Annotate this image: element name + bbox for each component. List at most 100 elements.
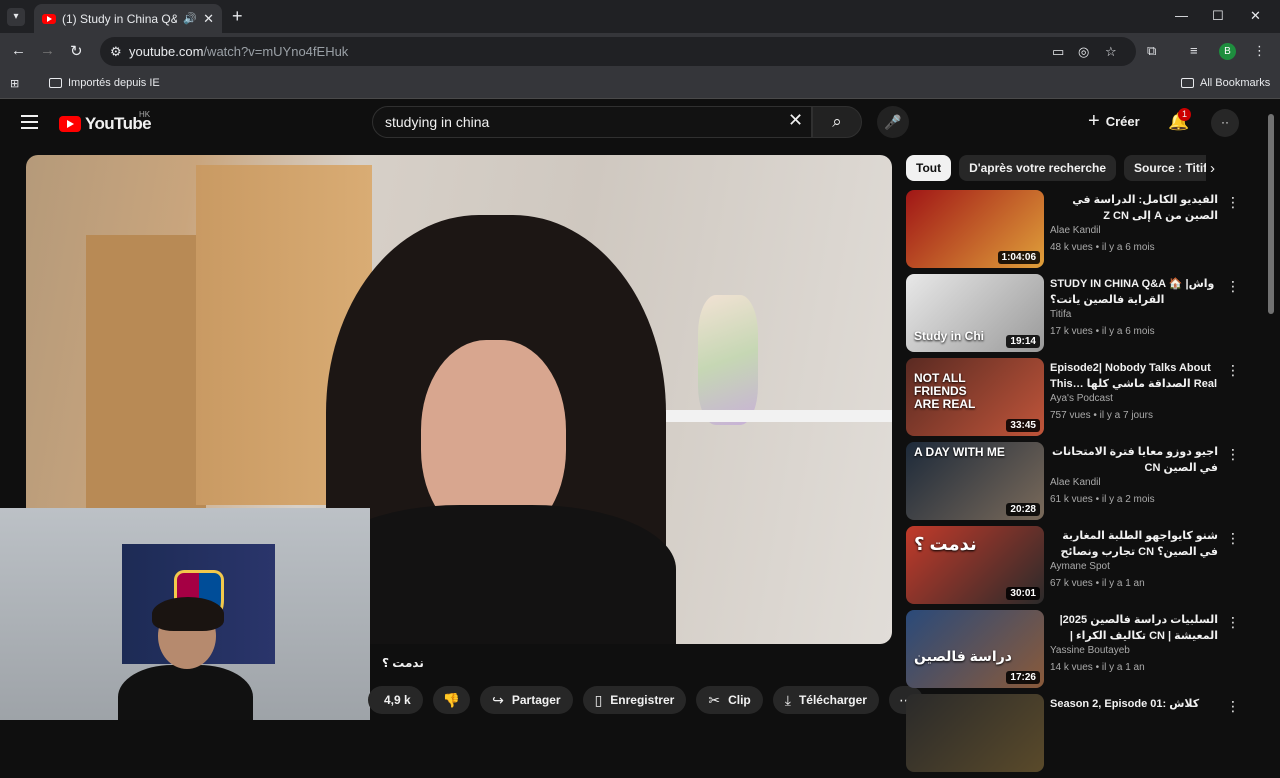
address-bar[interactable]: ⚙ youtube.com/watch?v=mUYno4fEHuk ▭ ◎ ☆	[100, 37, 1136, 66]
scrollbar[interactable]	[1267, 100, 1275, 720]
duration-badge: 17:26	[1006, 671, 1040, 684]
create-button[interactable]: + Créer	[1088, 111, 1140, 131]
rec-title[interactable]: الفيديو الكامل: الدراسة في الصين من A إل…	[1050, 192, 1218, 224]
video-thumbnail[interactable]: A DAY WITH ME 20:28	[906, 442, 1044, 520]
close-window-button[interactable]: ✕	[1250, 8, 1261, 24]
chip-source[interactable]: Source : Titifa	[1124, 155, 1206, 181]
more-vertical-icon[interactable]: ⋮	[1226, 530, 1240, 547]
new-tab-button[interactable]: +	[232, 6, 243, 27]
duration-badge: 1:04:06	[997, 251, 1040, 264]
list-item[interactable]: NOT ALL FRIENDS ARE REAL 33:45 Episode2| …	[906, 358, 1240, 442]
extensions-icon[interactable]: ⧉	[1147, 43, 1156, 59]
rec-channel[interactable]: Titifa	[1050, 309, 1071, 320]
webcam-overlay	[0, 508, 370, 720]
browser-tab-strip: ▾ (1) Study in China Q&A 🔊 ✕ + — ☐ ✕	[0, 0, 1280, 33]
dislike-button[interactable]: 👎	[432, 686, 471, 714]
chevron-right-icon[interactable]: ›	[1210, 160, 1215, 177]
streamer	[118, 597, 253, 720]
youtube-logo[interactable]: YouTube HK	[59, 110, 152, 134]
rec-title[interactable]: Season 2, Episode 01: كلاش	[1050, 696, 1218, 712]
list-item[interactable]: ندمت ؟ 30:01 شنو كايواجهو الطلبة المغاربة…	[906, 526, 1240, 610]
rec-title[interactable]: اجيو دوزو معايا فترة الامتحانات في الصين…	[1050, 444, 1218, 476]
back-icon[interactable]: ←	[11, 42, 26, 59]
duration-badge: 33:45	[1006, 419, 1040, 432]
forward-icon[interactable]: →	[40, 42, 55, 59]
search-button[interactable]: ⌕	[812, 106, 862, 138]
like-button[interactable]: 4,9 k	[368, 686, 423, 714]
cabinet-background	[86, 235, 206, 515]
video-thumbnail[interactable]: NOT ALL FRIENDS ARE REAL 33:45	[906, 358, 1044, 436]
all-bookmarks[interactable]: All Bookmarks	[1181, 77, 1270, 89]
list-item[interactable]: Study in Chi 19:14 STUDY IN CHINA Q&A 🏠 و…	[906, 274, 1240, 358]
browser-tab[interactable]: (1) Study in China Q&A 🔊 ✕	[34, 4, 222, 33]
tab-close-icon[interactable]: ✕	[203, 11, 214, 27]
bookmark-star-icon[interactable]: ☆	[1105, 37, 1117, 66]
video-title: ندمت ؟	[382, 656, 424, 670]
list-item[interactable]: 1:04:06 الفيديو الكامل: الدراسة في الصين…	[906, 190, 1240, 274]
video-thumbnail[interactable]: 1:04:06	[906, 190, 1044, 268]
rec-title[interactable]: السلبيات دراسة فالصين 2025| المعيشة | CN…	[1050, 612, 1218, 645]
duration-badge: 20:28	[1006, 503, 1040, 516]
apps-icon[interactable]: ⊞	[10, 77, 19, 90]
wall-shelf	[666, 410, 892, 422]
rec-title[interactable]: شنو كايواجهو الطلبة المغاربة في الصين؟ C…	[1050, 528, 1218, 561]
video-thumbnail[interactable]: Study in Chi 19:14	[906, 274, 1044, 352]
account-avatar[interactable]: ··	[1211, 109, 1239, 137]
url-path: /watch?v=mUYno4fEHuk	[203, 44, 349, 59]
presenter-body	[316, 505, 676, 644]
rec-channel[interactable]: Alae Kandil	[1050, 225, 1101, 236]
browser-menu-icon[interactable]: ⋮	[1253, 43, 1266, 59]
menu-icon[interactable]	[21, 115, 38, 133]
chip-all[interactable]: Tout	[906, 155, 952, 181]
video-thumbnail[interactable]	[906, 694, 1044, 772]
download-icon: ⤓	[784, 691, 791, 708]
more-vertical-icon[interactable]: ⋮	[1226, 362, 1240, 379]
reload-icon[interactable]: ↻	[70, 42, 83, 60]
more-vertical-icon[interactable]: ⋮	[1226, 194, 1240, 211]
more-vertical-icon[interactable]: ⋮	[1226, 278, 1240, 295]
profile-avatar[interactable]: B	[1219, 43, 1236, 60]
rec-channel[interactable]: Yassine Boutayeb	[1050, 645, 1130, 656]
share-label: Partager	[511, 693, 561, 707]
rec-title[interactable]: STUDY IN CHINA Q&A 🏠 واش| القراية فالصين…	[1050, 276, 1218, 308]
minimize-button[interactable]: —	[1175, 8, 1188, 23]
youtube-favicon-icon	[42, 13, 56, 24]
bookmark-icon: ▯	[594, 691, 603, 708]
tab-title: (1) Study in China Q&A	[62, 11, 178, 26]
bookmark-folder[interactable]: Importés depuis IE	[49, 77, 160, 89]
list-item[interactable]: دراسة فالصين 17:26 السلبيات دراسة فالصين …	[906, 610, 1240, 694]
browser-toolbar: ← → ↻ ⚙ youtube.com/watch?v=mUYno4fEHuk …	[0, 33, 1280, 70]
share-icon: ↪	[492, 691, 504, 708]
clip-button[interactable]: ✂ Clip	[696, 686, 763, 714]
rec-title[interactable]: Episode2| Nobody Talks About This… الصدا…	[1050, 360, 1218, 392]
chip-related[interactable]: D'après votre recherche	[959, 155, 1117, 181]
list-item[interactable]: A DAY WITH ME 20:28 اجيو دوزو معايا فترة …	[906, 442, 1240, 526]
site-info-icon[interactable]: ⚙	[110, 37, 122, 66]
download-button[interactable]: ⤓ Télécharger	[772, 686, 879, 714]
audio-playing-icon[interactable]: 🔊	[183, 12, 197, 25]
more-vertical-icon[interactable]: ⋮	[1226, 698, 1240, 715]
rec-channel[interactable]: Aya's Podcast	[1050, 393, 1113, 404]
more-vertical-icon[interactable]: ⋮	[1226, 446, 1240, 463]
more-vertical-icon[interactable]: ⋮	[1226, 614, 1240, 631]
maximize-button[interactable]: ☐	[1212, 8, 1224, 24]
search-input[interactable]: studying in china	[372, 106, 812, 138]
tab-search-icon[interactable]: ▾	[7, 8, 25, 26]
voice-search-icon[interactable]: 🎤	[877, 106, 909, 138]
video-thumbnail[interactable]: ندمت ؟ 30:01	[906, 526, 1044, 604]
notification-badge: 1	[1178, 108, 1192, 121]
tracking-protection-icon[interactable]: ◎	[1078, 37, 1089, 66]
like-count: 4,9 k	[384, 693, 411, 707]
rec-channel[interactable]: Aymane Spot	[1050, 561, 1110, 572]
cast-icon[interactable]: ▭	[1052, 37, 1064, 66]
streamer-torso	[118, 665, 253, 720]
scrollbar-thumb[interactable]	[1268, 114, 1274, 314]
video-thumbnail[interactable]: دراسة فالصين 17:26	[906, 610, 1044, 688]
clear-search-icon[interactable]: ✕	[788, 110, 803, 131]
youtube-masthead: YouTube HK studying in china ✕ ⌕ 🎤 + Crée…	[0, 100, 1280, 145]
list-item[interactable]: Season 2, Episode 01: كلاش ⋮	[906, 694, 1240, 778]
share-button[interactable]: ↪ Partager	[480, 686, 573, 714]
media-controls-icon[interactable]: ≡	[1190, 43, 1198, 58]
rec-channel[interactable]: Alae Kandil	[1050, 477, 1101, 488]
save-button[interactable]: ▯ Enregistrer	[582, 686, 687, 714]
